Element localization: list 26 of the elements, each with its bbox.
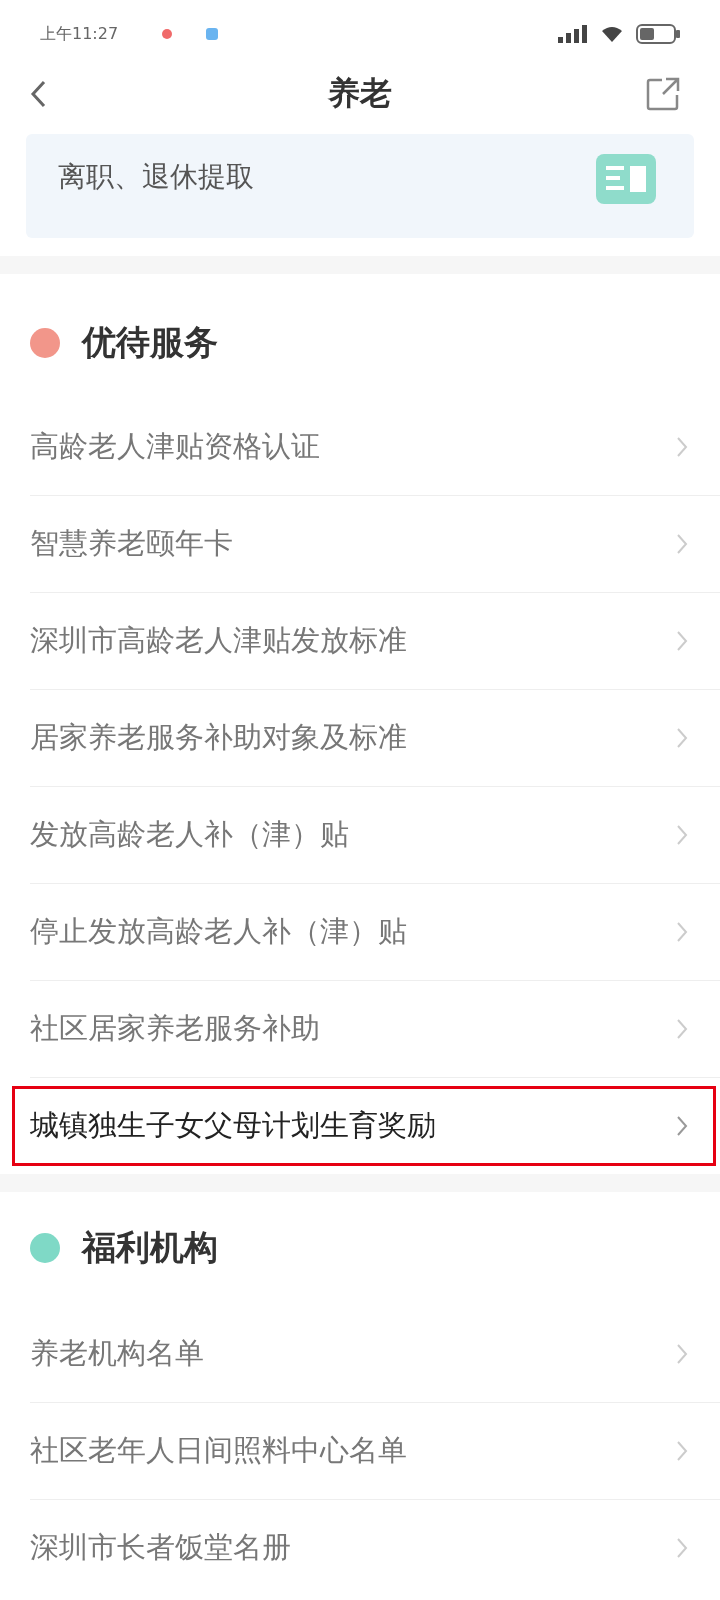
section-title: 优待服务 [82, 320, 218, 364]
share-icon[interactable] [646, 77, 680, 111]
chevron-right-icon [676, 824, 688, 846]
notification-icon [206, 28, 219, 40]
back-icon[interactable] [30, 80, 46, 108]
banner-label: 离职、退休提取 [58, 159, 254, 195]
chevron-right-icon [676, 630, 688, 652]
section-title: 福利机构 [82, 1226, 218, 1269]
wifi-icon [602, 26, 622, 42]
chevron-right-icon [676, 1537, 688, 1559]
list-item[interactable]: 城镇独生子女父母计划生育奖励 [12, 1086, 716, 1166]
chevron-right-icon [676, 1440, 688, 1462]
status-time: 上午11:27 [40, 23, 119, 45]
banner-card[interactable]: 离职、退休提取 [26, 134, 694, 238]
signal-icon [558, 25, 588, 43]
chevron-right-icon [676, 1115, 688, 1137]
card-icon [596, 154, 656, 204]
chevron-right-icon [676, 1018, 688, 1040]
chevron-right-icon [676, 533, 688, 555]
notification-dot-icon [162, 29, 173, 39]
chevron-right-icon [676, 727, 688, 749]
chevron-right-icon [676, 1343, 688, 1365]
chevron-right-icon [676, 436, 688, 458]
page-title: 养老 [328, 73, 392, 114]
battery-icon [636, 24, 680, 44]
chevron-right-icon [676, 921, 688, 943]
